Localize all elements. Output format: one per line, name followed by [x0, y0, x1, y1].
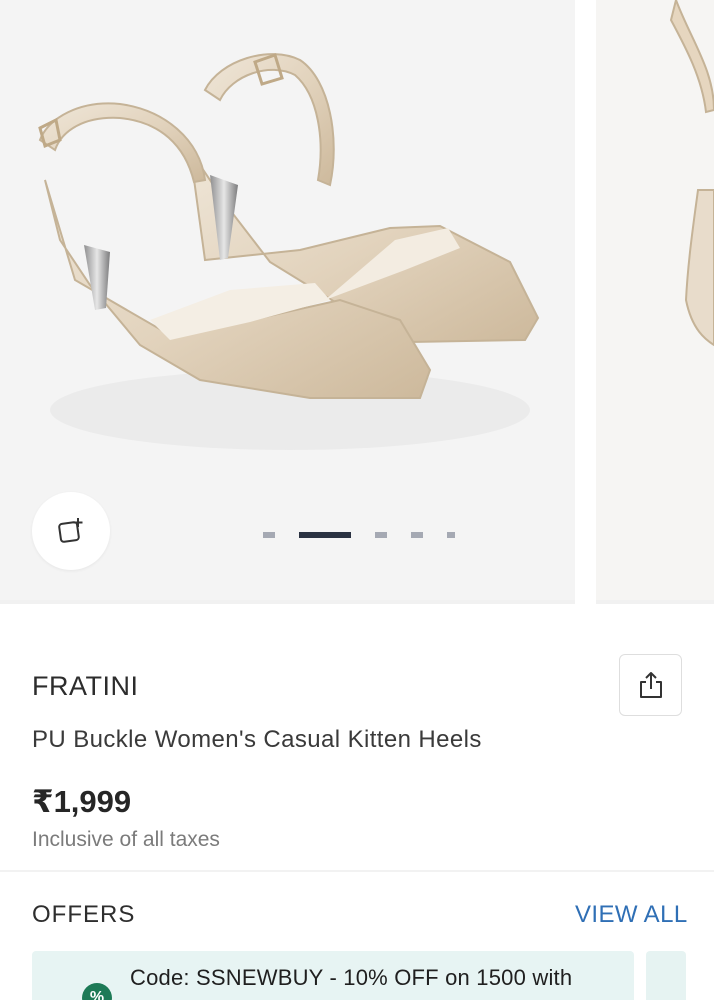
- add-to-collection-button[interactable]: [32, 492, 110, 570]
- product-image-1[interactable]: [0, 0, 575, 600]
- offer-card-next-peek[interactable]: [646, 951, 686, 1000]
- pagination-dot[interactable]: [447, 532, 455, 538]
- section-divider: [0, 870, 714, 872]
- gallery-gap: [575, 0, 596, 604]
- product-image-gallery[interactable]: [0, 0, 714, 604]
- brand-name: FRATINI: [32, 671, 139, 701]
- share-icon: [639, 672, 662, 698]
- product-title: PU Buckle Women's Casual Kitten Heels: [32, 726, 482, 753]
- tax-note: Inclusive of all taxes: [32, 828, 220, 851]
- pagination-dot-active[interactable]: [299, 532, 351, 538]
- add-to-collection-icon: [58, 518, 83, 543]
- pagination-dot[interactable]: [411, 532, 423, 538]
- view-all-offers-link[interactable]: VIEW ALL: [575, 901, 688, 929]
- pagination-dot[interactable]: [263, 532, 275, 538]
- percent-badge-icon: %: [82, 983, 112, 1000]
- share-button[interactable]: [619, 654, 682, 716]
- product-price: ₹1,999: [32, 784, 132, 819]
- pagination-dot[interactable]: [375, 532, 387, 538]
- product-image-2-peek[interactable]: [596, 0, 714, 600]
- offer-card[interactable]: % Code: SSNEWBUY - 10% OFF on 1500 with: [32, 951, 634, 1000]
- offer-text: Code: SSNEWBUY - 10% OFF on 1500 with: [130, 965, 573, 990]
- heels-closeup-image: [669, 0, 714, 347]
- offers-heading: OFFERS: [32, 901, 136, 928]
